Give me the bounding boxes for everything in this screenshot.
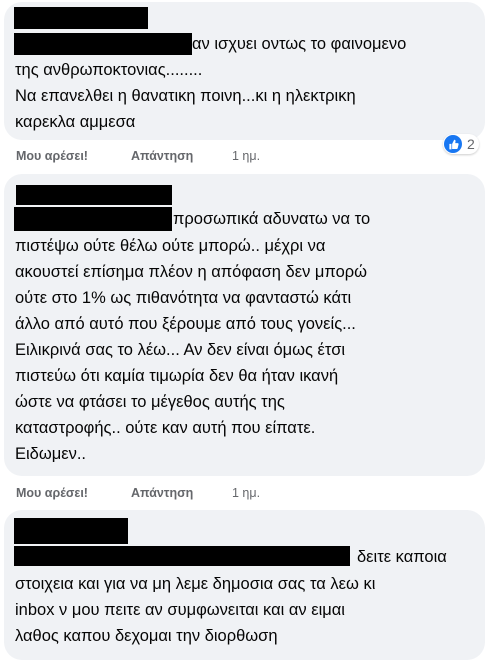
- redacted-author-name[interactable]: [14, 7, 148, 29]
- comment-bubble-3: δειτε καποια στοιχεια και για να μη λεμε…: [4, 510, 485, 660]
- comment-timestamp[interactable]: 1 ημ.: [232, 486, 260, 500]
- comment-bubble-1: αν ισχυει οντως το φαινομενο της ανθρωπο…: [4, 2, 485, 140]
- reaction-count-badge[interactable]: 2: [443, 134, 479, 154]
- redacted-author-name[interactable]: [16, 185, 172, 205]
- comment-text-line: της ανθρωποκτονιας........: [15, 61, 203, 79]
- comment-text-line: inbox ν μου πειτε αν συμφωνειται και αν …: [15, 601, 345, 619]
- reply-button[interactable]: Απάντηση: [131, 486, 193, 500]
- comment-text-line: λαθος καπου δεχομαι την διορθωση: [15, 627, 278, 645]
- comment-timestamp[interactable]: 1 ημ.: [232, 149, 260, 163]
- reaction-count: 2: [467, 136, 475, 152]
- redacted-text: [14, 33, 192, 55]
- redacted-text: [14, 546, 350, 566]
- comment-text-line: προσωπικά αδυνατω να το: [173, 210, 371, 228]
- comment-text-line: Να επανελθει η θανατικη ποινη...κι η ηλε…: [15, 87, 356, 105]
- comment-text-line: άλλο από αυτό που ξέρουμε από τους γονεί…: [15, 315, 356, 333]
- comment-text-line: Ειλικρινά σας το λέω... Αν δεν είναι όμω…: [15, 341, 346, 359]
- comment-text-line: καρεκλα αμμεσα: [15, 113, 136, 131]
- comment-bubble-2: προσωπικά αδυνατω να το πιστέψω ούτε θέλ…: [4, 174, 485, 476]
- thumbs-up-icon: [444, 135, 462, 153]
- reply-button[interactable]: Απάντηση: [131, 149, 193, 163]
- comment-text-line: ούτε στο 1% ως πιθανότητα να φανταστώ κά…: [15, 289, 352, 307]
- comment-text-line: πιστέψω ούτε θέλω ούτε μπορώ.. μέχρι να: [15, 237, 326, 255]
- like-button[interactable]: Μου αρέσει!: [16, 149, 88, 163]
- comment-text-line: καταστροφής.. ούτε καν αυτή που είπατε.: [15, 419, 316, 437]
- like-button[interactable]: Μου αρέσει!: [16, 486, 88, 500]
- comment-text-line: αν ισχυει οντως το φαινομενο: [192, 35, 407, 53]
- comment-text-line: στοιχεια και για να μη λεμε δημοσια σας …: [15, 575, 376, 593]
- redacted-author-name[interactable]: [14, 518, 128, 544]
- comment-text-line: Ειδωμεν..: [15, 445, 87, 463]
- comment-text-line: πιστεύω ότι καμία τιμωρία δεν θα ήταν ικ…: [15, 367, 339, 385]
- comment-text-line: ώστε να φτάσει το μέγεθος αυτής της: [15, 393, 285, 411]
- comment-text-line: δειτε καποια: [357, 548, 447, 566]
- redacted-text: [14, 207, 172, 231]
- comment-text-line: ακουστεί επίσημα πλέον η απόφαση δεν μπο…: [15, 263, 368, 281]
